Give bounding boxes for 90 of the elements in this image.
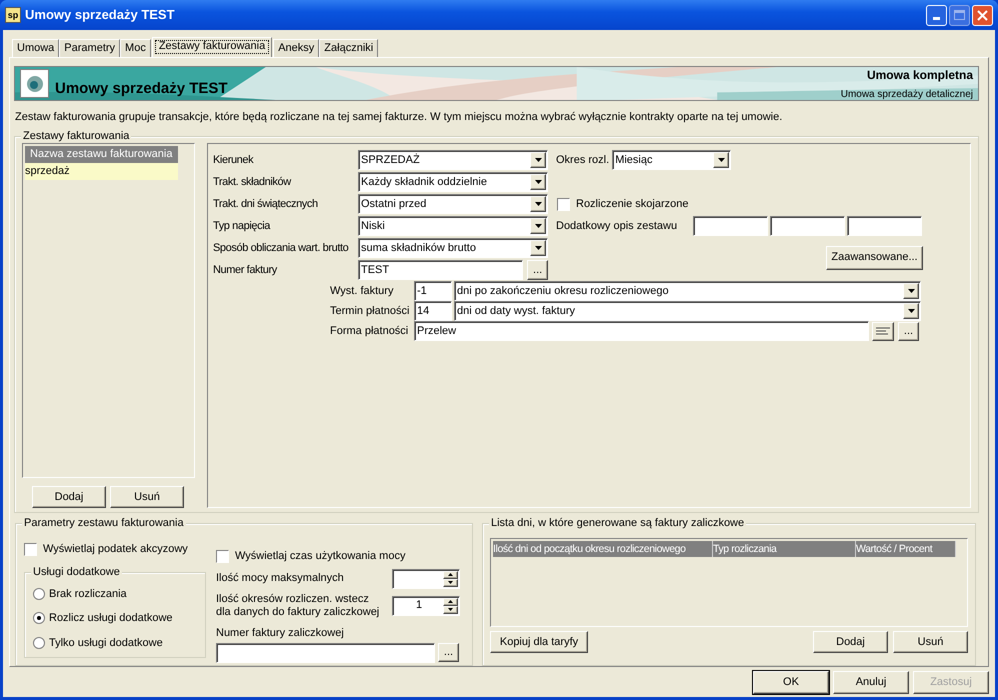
list-picker-icon[interactable]: [872, 322, 894, 340]
radio-label: Brak rozliczania: [49, 586, 127, 602]
caret-icon[interactable]: [903, 303, 919, 319]
field-label: Okres rozl.: [556, 152, 610, 168]
dropdown[interactable]: dni od daty wyst. faktury: [454, 301, 921, 321]
tab[interactable]: Aneksy: [273, 39, 320, 57]
advanced-button[interactable]: Zaawansowane...: [826, 246, 923, 270]
field-label: Numer faktury: [213, 262, 278, 278]
browse-button[interactable]: ...: [438, 643, 459, 662]
banner-title: Umowy sprzedaży TEST: [55, 79, 228, 100]
dialog-button[interactable]: OK: [753, 671, 829, 694]
button[interactable]: Dodaj: [32, 486, 106, 508]
text-field[interactable]: [770, 216, 845, 236]
close-icon[interactable]: [972, 4, 993, 26]
button[interactable]: Kopiuj dla taryfy: [490, 631, 588, 653]
group-title: Zestawy fakturowania: [21, 129, 132, 143]
column-header[interactable]: Ilość dni od początku okresu rozliczeniowego: [493, 541, 713, 557]
column-header: Nazwa zestawu fakturowania: [25, 146, 178, 163]
radio-label: Tylko usługi dodatkowe: [49, 636, 163, 650]
spin-arrows-icon[interactable]: [443, 570, 458, 586]
column-header[interactable]: Typ rozliczania: [713, 541, 856, 557]
column-header[interactable]: Wartość / Procent: [856, 541, 956, 557]
field-label: Wyst. faktury: [330, 284, 394, 299]
radio-button[interactable]: [33, 636, 45, 649]
contract-status: Umowa kompletna: [866, 67, 973, 84]
caret-icon[interactable]: [530, 218, 546, 234]
text-field[interactable]: [847, 216, 922, 236]
window-title: Umowy sprzedaży TEST: [25, 6, 176, 24]
description-text: Zestaw fakturowania grupuje transakcje, które będą rozliczane na tej samej fakturze. W tym miejscu można wybrać wyłącznie kontrakty oparte na tej umowie.: [15, 110, 784, 124]
checkbox[interactable]: [216, 550, 229, 563]
button[interactable]: Usuń: [110, 486, 184, 508]
field-label: Typ napięcia: [213, 218, 272, 234]
checkbox[interactable]: [557, 198, 570, 210]
text-field[interactable]: [693, 216, 768, 236]
spin-field[interactable]: 1: [392, 596, 460, 616]
banner-subtitle: Umowa sprzedaży detalicznej: [840, 88, 973, 100]
dropdown[interactable]: suma składników brutto: [358, 238, 548, 258]
checkbox-label: Wyświetlaj czas użytkowania mocy: [235, 549, 406, 564]
field-label: Ilość mocy maksymalnych: [216, 572, 345, 585]
radio-button[interactable]: [33, 588, 45, 600]
group-title: Parametry zestawu fakturowania: [22, 516, 186, 530]
dropdown[interactable]: Miesiąc: [612, 150, 732, 170]
group-title: Lista dni, w które generowane są faktury zaliczkowe: [489, 516, 746, 530]
dropdown[interactable]: dni po zakończeniu okresu rozliczeniowego: [454, 281, 921, 301]
field-label: Trakt. dni świątecznych: [213, 196, 319, 212]
text-field[interactable]: Przelew: [414, 321, 869, 341]
caret-icon[interactable]: [903, 283, 919, 299]
caret-icon[interactable]: [530, 240, 546, 256]
app-icon: sp: [5, 7, 21, 23]
field-label: Termin płatności: [330, 304, 410, 319]
spin-arrows-icon[interactable]: [443, 598, 458, 614]
tab[interactable]: Parametry: [59, 39, 120, 57]
checkbox[interactable]: [24, 542, 37, 556]
field-label: Forma płatności: [330, 324, 410, 339]
list-item[interactable]: sprzedaż: [25, 163, 178, 180]
field-label: Numer faktury zaliczkowej: [216, 626, 345, 640]
caret-icon[interactable]: [530, 196, 546, 212]
tab[interactable]: Moc: [120, 39, 151, 57]
button[interactable]: Dodaj: [813, 631, 888, 653]
caret-icon[interactable]: [530, 174, 546, 190]
dialog-button[interactable]: Anuluj: [833, 671, 909, 694]
spin-field[interactable]: [392, 568, 460, 588]
tab[interactable]: Załączniki: [319, 39, 378, 57]
text-field[interactable]: [216, 643, 435, 663]
browse-button[interactable]: ...: [527, 260, 548, 280]
text-field[interactable]: -1: [414, 281, 452, 301]
caret-icon[interactable]: [713, 152, 730, 168]
dropdown[interactable]: Każdy składnik oddzielnie: [358, 172, 548, 192]
dropdown[interactable]: SPRZEDAŻ: [358, 150, 548, 170]
field-label: Dodatkowy opis zestawu: [556, 218, 678, 234]
checkbox-label: Wyświetlaj podatek akcyzowy: [43, 542, 188, 557]
field-label: Ilość okresów rozliczen. wstecz dla danych do faktury zaliczkowej: [216, 592, 380, 618]
caret-icon[interactable]: [530, 152, 546, 168]
tab[interactable]: Zestawy fakturowania: [152, 37, 272, 57]
radio-label: Rozlicz usługi dodatkowe: [49, 611, 173, 626]
radio-button[interactable]: [33, 612, 45, 624]
dropdown[interactable]: Niski: [358, 216, 548, 236]
field-label: Kierunek: [213, 152, 254, 168]
browse-button[interactable]: ...: [898, 322, 919, 340]
field-label: Sposób obliczania wart. brutto: [213, 240, 350, 256]
checkbox-label: Rozliczenie skojarzone: [576, 196, 688, 212]
text-field[interactable]: TEST: [358, 260, 524, 280]
minimize-icon[interactable]: [926, 4, 947, 26]
group-title: Usługi dodatkowe: [31, 564, 122, 578]
dropdown[interactable]: Ostatni przed: [358, 194, 548, 214]
field-label: Trakt. składników: [213, 174, 292, 190]
app-logo-icon: [20, 69, 49, 98]
button[interactable]: Usuń: [893, 631, 968, 653]
tab[interactable]: Umowa: [12, 39, 60, 57]
text-field[interactable]: 14: [414, 301, 452, 321]
